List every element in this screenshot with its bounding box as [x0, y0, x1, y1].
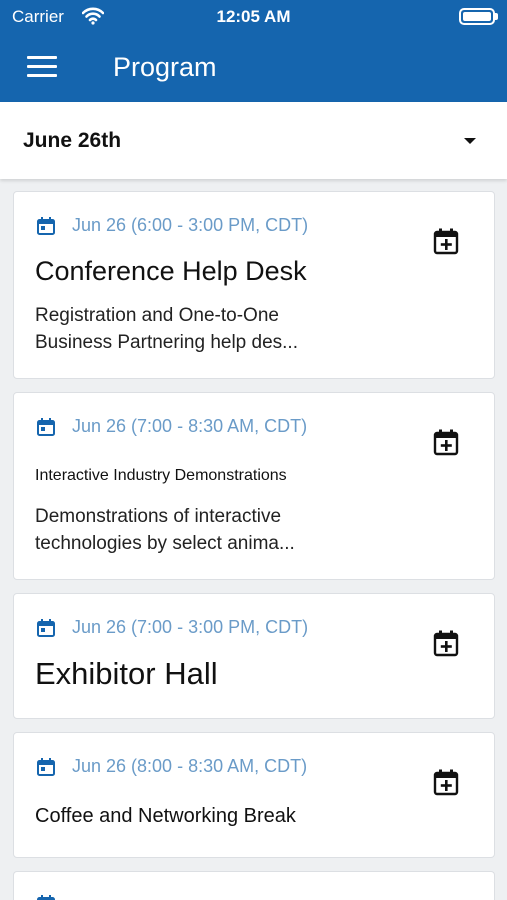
add-to-calendar-button[interactable]	[432, 768, 460, 796]
calendar-add-icon	[433, 228, 459, 255]
session-title: Coffee and Networking Break	[35, 805, 296, 827]
session-description: Demonstrations of interactive technologi…	[35, 503, 295, 557]
description-line: Business Partnering help des...	[35, 332, 298, 353]
session-title: Interactive Industry Demonstrations	[35, 467, 287, 484]
caret-down-icon	[464, 138, 476, 144]
clock: 12:05 AM	[216, 7, 291, 26]
add-to-calendar-button[interactable]	[432, 428, 460, 456]
calendar-icon	[37, 758, 55, 776]
session-time: Jun 26 (7:00 - 3:00 PM, CDT)	[72, 617, 309, 637]
calendar-add-icon	[433, 769, 459, 796]
add-to-calendar-button[interactable]	[432, 227, 460, 255]
calendar-add-icon	[433, 630, 459, 657]
session-title: Exhibitor Hall	[35, 656, 218, 691]
calendar-add-icon	[433, 429, 459, 456]
status-bar: Carrier 12:05 AM	[0, 0, 507, 34]
page-title: Program	[113, 52, 217, 82]
description-line: Demonstrations of interactive	[35, 506, 282, 527]
session-card[interactable]: Jun 26 (7:00 - 3:00 PM, CDT) Exhibitor H…	[13, 593, 495, 719]
menu-icon[interactable]	[27, 56, 59, 80]
calendar-icon	[37, 217, 55, 235]
description-line: Registration and One-to-One	[35, 305, 279, 326]
calendar-icon	[37, 895, 55, 900]
calendar-icon	[37, 619, 55, 637]
date-selector[interactable]: June 26th	[0, 102, 507, 179]
battery-tip	[495, 13, 498, 20]
session-time: Jun 26 (7:00 - 8:30 AM, CDT)	[72, 416, 308, 436]
session-card[interactable]: Jun 26 (6:00 - 3:00 PM, CDT) Conference …	[13, 191, 495, 379]
session-time: Jun 26 (6:00 - 3:00 PM, CDT)	[72, 215, 309, 235]
app-bar: Program	[0, 34, 507, 102]
session-card[interactable]	[13, 871, 495, 900]
description-line: technologies by select anima...	[35, 533, 295, 554]
session-card[interactable]: Jun 26 (8:00 - 8:30 AM, CDT) Coffee and …	[13, 732, 495, 858]
selected-date: June 26th	[23, 129, 122, 152]
session-description: Registration and One-to-One Business Par…	[35, 302, 298, 356]
session-card[interactable]: Jun 26 (7:00 - 8:30 AM, CDT) Interactive…	[13, 392, 495, 580]
battery-icon	[459, 8, 495, 25]
calendar-icon	[37, 418, 55, 436]
add-to-calendar-button[interactable]	[432, 629, 460, 657]
session-time: Jun 26 (8:00 - 8:30 AM, CDT)	[72, 756, 308, 776]
session-title: Conference Help Desk	[35, 256, 307, 286]
